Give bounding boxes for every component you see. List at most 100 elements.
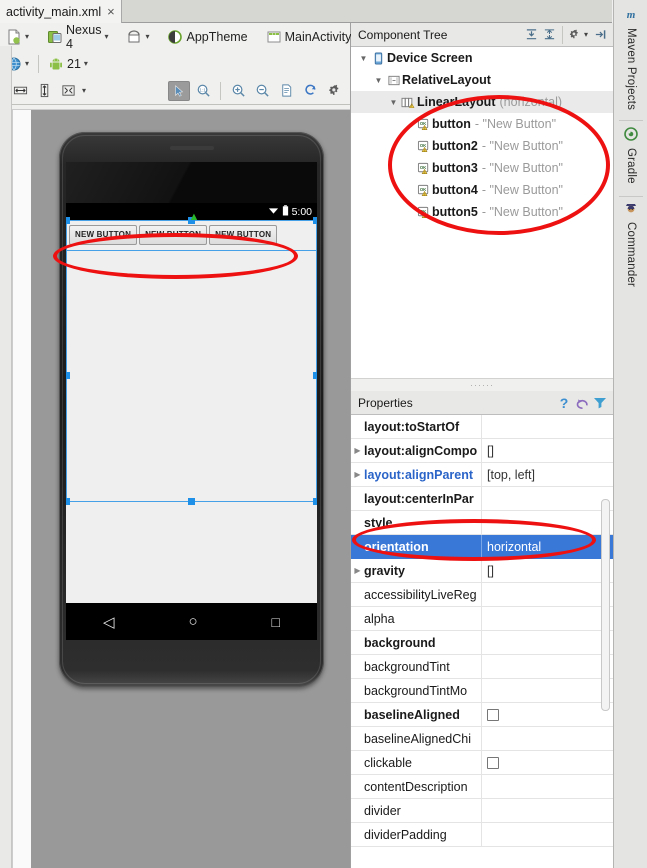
property-expander-icon[interactable] bbox=[351, 535, 364, 558]
resize-handle-middle-right[interactable] bbox=[313, 372, 317, 379]
property-expander-icon[interactable] bbox=[351, 511, 364, 534]
property-expander-icon[interactable] bbox=[351, 583, 364, 606]
tree-twisty-icon[interactable]: ▼ bbox=[372, 76, 385, 85]
property-row-contentdescription[interactable]: contentDescription bbox=[351, 775, 613, 799]
orientation-selector[interactable]: ▾ bbox=[122, 26, 153, 47]
property-value[interactable] bbox=[481, 775, 613, 798]
zoom-fit-button[interactable] bbox=[275, 81, 297, 101]
property-value[interactable] bbox=[481, 607, 613, 630]
property-row-orientation[interactable]: orientation horizontal bbox=[351, 535, 613, 559]
gear-icon[interactable] bbox=[323, 81, 345, 101]
commander-tool[interactable]: Commander bbox=[614, 200, 647, 287]
nav-home-icon[interactable]: ○ bbox=[189, 613, 198, 630]
chevron-down-icon[interactable]: ▾ bbox=[584, 30, 588, 39]
zoom-actual-button[interactable]: 1:1 bbox=[192, 81, 214, 101]
property-row-backgroundtintmo[interactable]: backgroundTintMo bbox=[351, 679, 613, 703]
property-row-layout-aligncompo[interactable]: ▶ layout:alignCompo [] bbox=[351, 439, 613, 463]
help-icon[interactable]: ? bbox=[555, 394, 573, 412]
resize-handle-top-right[interactable] bbox=[313, 217, 317, 224]
property-value[interactable] bbox=[481, 583, 613, 606]
property-row-backgroundtint[interactable]: backgroundTint bbox=[351, 655, 613, 679]
resize-handle-bottom-center[interactable] bbox=[187, 498, 195, 505]
property-value[interactable] bbox=[481, 655, 613, 678]
property-expander-icon[interactable] bbox=[351, 823, 364, 846]
property-row-layout-tostartof[interactable]: layout:toStartOf bbox=[351, 415, 613, 439]
activity-selector[interactable]: MainActivity ▾ bbox=[262, 26, 363, 47]
properties-body[interactable]: layout:toStartOf ▶ layout:alignCompo[] ▶ lay… bbox=[351, 415, 613, 868]
property-row-dividerpadding[interactable]: dividerPadding bbox=[351, 823, 613, 847]
tab-activity-main-xml[interactable]: activity_main.xml × bbox=[0, 0, 122, 23]
preview-button[interactable]: NEW BUTTON bbox=[139, 225, 208, 245]
property-row-baselinealignedchi[interactable]: baselineAlignedChi bbox=[351, 727, 613, 751]
zoom-out-button[interactable] bbox=[251, 81, 273, 101]
tree-node-linearlayout[interactable]: ▼! LinearLayout (horizontal) bbox=[351, 91, 613, 113]
refresh-button[interactable] bbox=[299, 81, 321, 101]
tree-node-button5[interactable]: OK! button5- "New Button" bbox=[351, 201, 613, 223]
linearlayout-selection[interactable]: ▲ NEW BUTTON NEW BUTTON NEW BUTTON bbox=[66, 212, 317, 251]
property-value[interactable] bbox=[481, 703, 613, 726]
tree-node-button3[interactable]: OK! button3- "New Button" bbox=[351, 157, 613, 179]
expand-all-icon[interactable] bbox=[523, 26, 541, 44]
collapse-all-icon[interactable] bbox=[541, 26, 559, 44]
property-expander-icon[interactable] bbox=[351, 799, 364, 822]
filter-icon[interactable] bbox=[591, 394, 609, 412]
property-row-baselinealigned[interactable]: baselineAligned bbox=[351, 703, 613, 727]
chevron-down-icon[interactable]: ▾ bbox=[82, 86, 86, 95]
property-expander-icon[interactable] bbox=[351, 679, 364, 702]
property-row-clickable[interactable]: clickable bbox=[351, 751, 613, 775]
property-expander-icon[interactable] bbox=[351, 751, 364, 774]
property-value[interactable] bbox=[481, 511, 613, 534]
property-row-layout-centerinpar[interactable]: layout:centerInPar bbox=[351, 487, 613, 511]
relativelayout-selection-bounds[interactable]: ◀ bbox=[66, 250, 317, 505]
property-row-alpha[interactable]: alpha bbox=[351, 607, 613, 631]
property-value[interactable] bbox=[481, 631, 613, 654]
resize-handle-bottom-left[interactable] bbox=[66, 498, 70, 505]
property-value[interactable]: [top, left] bbox=[481, 463, 613, 486]
gear-icon[interactable] bbox=[566, 26, 584, 44]
match-width-button[interactable] bbox=[9, 81, 31, 101]
property-value[interactable] bbox=[481, 727, 613, 750]
tree-node-button2[interactable]: OK! button2- "New Button" bbox=[351, 135, 613, 157]
zoom-in-button[interactable] bbox=[227, 81, 249, 101]
preview-button[interactable]: NEW BUTTON bbox=[69, 225, 138, 245]
property-value[interactable]: [] bbox=[481, 439, 613, 462]
property-expander-icon[interactable] bbox=[351, 703, 364, 726]
select-mode-button[interactable] bbox=[168, 80, 190, 101]
property-value[interactable] bbox=[481, 751, 613, 774]
close-icon[interactable]: × bbox=[107, 5, 115, 18]
property-value[interactable] bbox=[481, 679, 613, 702]
property-expander-icon[interactable] bbox=[351, 631, 364, 654]
restore-default-icon[interactable] bbox=[573, 394, 591, 412]
nav-recents-icon[interactable]: □ bbox=[272, 614, 280, 630]
property-expander-icon[interactable] bbox=[351, 487, 364, 510]
property-expander-icon[interactable]: ▶ bbox=[351, 463, 364, 486]
property-row-style[interactable]: style bbox=[351, 511, 613, 535]
property-checkbox[interactable] bbox=[487, 756, 499, 769]
maven-projects-tool[interactable]: m Maven Projects bbox=[614, 6, 647, 110]
nav-back-icon[interactable]: ◁ bbox=[103, 613, 115, 631]
hide-panel-icon[interactable] bbox=[591, 26, 609, 44]
resize-handle-top-left[interactable] bbox=[66, 217, 70, 224]
property-row-gravity[interactable]: ▶ gravity [] bbox=[351, 559, 613, 583]
match-height-button[interactable] bbox=[33, 81, 55, 101]
property-expander-icon[interactable] bbox=[351, 655, 364, 678]
property-expander-icon[interactable] bbox=[351, 727, 364, 750]
property-value[interactable] bbox=[481, 799, 613, 822]
component-tree-body[interactable]: ▼ Device Screen ▼ RelativeLayout ▼! LinearLay… bbox=[351, 47, 613, 378]
tree-node-relativelayout[interactable]: ▼ RelativeLayout bbox=[351, 69, 613, 91]
property-value[interactable]: [] bbox=[481, 559, 613, 582]
theme-selector[interactable]: AppTheme bbox=[163, 26, 251, 47]
property-expander-icon[interactable]: ▶ bbox=[351, 439, 364, 462]
tree-twisty-icon[interactable]: ▼ bbox=[357, 54, 370, 63]
resize-handle-bottom-right[interactable] bbox=[313, 498, 317, 505]
tree-node-button4[interactable]: OK! button4- "New Button" bbox=[351, 179, 613, 201]
property-row-divider[interactable]: divider bbox=[351, 799, 613, 823]
property-value[interactable] bbox=[481, 823, 613, 846]
property-checkbox[interactable] bbox=[487, 708, 499, 721]
layout-variant-button[interactable]: ▾ bbox=[2, 26, 33, 47]
property-row-background[interactable]: background bbox=[351, 631, 613, 655]
tree-node-device screen[interactable]: ▼ Device Screen bbox=[351, 47, 613, 69]
property-expander-icon[interactable] bbox=[351, 415, 364, 438]
property-expander-icon[interactable] bbox=[351, 775, 364, 798]
property-value[interactable] bbox=[481, 487, 613, 510]
